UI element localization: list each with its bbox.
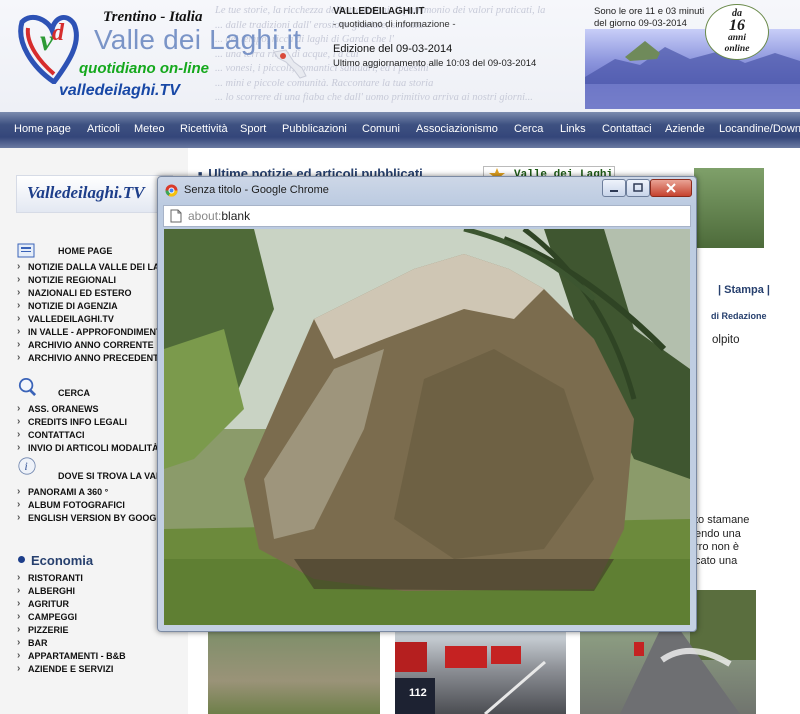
nav-associazionismo[interactable]: Associazionismo bbox=[416, 123, 498, 135]
tv-logo-banner[interactable]: Valledeilaghi.TV bbox=[16, 175, 173, 213]
article-text-block: to stamane endo una rro non è cato una bbox=[695, 514, 800, 568]
sidebar-item-aziende[interactable]: AZIENDE E SERVIZI bbox=[14, 664, 179, 677]
nav-comuni[interactable]: Comuni bbox=[362, 123, 400, 135]
last-update: Ultimo aggiornamento alle 10:03 del 09-0… bbox=[333, 58, 537, 69]
maximize-button[interactable] bbox=[626, 179, 650, 197]
sidebar-item-home[interactable]: HOME PAGE bbox=[14, 240, 179, 262]
sidebar-item-credits[interactable]: CREDITS INFO LEGALI bbox=[14, 417, 179, 430]
sidebar-item-cerca[interactable]: CERCA bbox=[14, 382, 179, 404]
article-author: di Redazione bbox=[711, 311, 767, 321]
badge-line: online bbox=[724, 44, 750, 54]
site-tagline: quotidiano on-line bbox=[79, 60, 209, 77]
nav-home[interactable]: Home page bbox=[14, 123, 71, 135]
thumbnail-photo[interactable] bbox=[694, 168, 764, 248]
address-bar[interactable]: about:blank bbox=[163, 205, 691, 227]
badge-number: 16 bbox=[729, 17, 745, 34]
sidebar-item-dove[interactable]: DOVE SI TROVA LA VALLE bbox=[14, 465, 179, 487]
sidebar-item-agritur[interactable]: AGRITUR bbox=[14, 599, 179, 612]
years-online-badge: da 16 anni online bbox=[705, 4, 769, 60]
main-nav: Home page Articoli Meteo Ricettività Spo… bbox=[0, 112, 800, 148]
gallery-photo-firetrucks[interactable]: 112 bbox=[395, 632, 566, 714]
sidebar-item-archivio-precedente[interactable]: ARCHIVIO ANNO PRECEDENTE bbox=[14, 353, 179, 366]
popup-viewport-photo[interactable] bbox=[164, 229, 690, 625]
sidebar-item-nazionali[interactable]: NAZIONALI ED ESTERO bbox=[14, 288, 179, 301]
nav-contattaci[interactable]: Contattaci bbox=[602, 123, 652, 135]
sidebar-item-english[interactable]: ENGLISH VERSION BY GOOGLE bbox=[14, 513, 179, 526]
sidebar-item-ristoranti[interactable]: RISTORANTI bbox=[14, 573, 179, 586]
minimize-button[interactable] bbox=[602, 179, 626, 197]
sidebar-item-valle[interactable]: NOTIZIE DALLA VALLE DEI LAGHI bbox=[14, 262, 179, 275]
article-line: rro non è bbox=[695, 541, 740, 553]
sidebar-menu-news: HOME PAGE NOTIZIE DALLA VALLE DEI LAGHI … bbox=[14, 240, 179, 366]
minimize-icon bbox=[610, 190, 618, 192]
sidebar-item-bar[interactable]: BAR bbox=[14, 638, 179, 651]
masthead: VALLEDEILAGHI.IT bbox=[333, 6, 425, 17]
sidebar-item-regionali[interactable]: NOTIZIE REGIONALI bbox=[14, 275, 179, 288]
clock-line: Sono le ore 11 e 03 minuti bbox=[594, 6, 705, 17]
site-header: Le tue storie, la ricchezza delle tradiz… bbox=[0, 0, 800, 112]
site-logo-icon[interactable]: v d bbox=[14, 12, 84, 84]
close-icon bbox=[666, 183, 676, 193]
chrome-popup-window[interactable]: Senza titolo - Google Chrome about:blank bbox=[157, 176, 697, 632]
sidebar-menu-info: i DOVE SI TROVA LA VALLE PANORAMI A 360 … bbox=[14, 457, 179, 526]
article-line: cato una bbox=[695, 554, 738, 567]
chrome-logo-icon bbox=[165, 184, 178, 197]
article-text: olpito bbox=[712, 334, 740, 346]
svg-text:112: 112 bbox=[409, 687, 427, 699]
sidebar-item-tv[interactable]: VALLEDEILAGHI.TV bbox=[14, 314, 179, 327]
maximize-icon bbox=[633, 183, 643, 192]
page-icon bbox=[170, 209, 182, 223]
tv-logo-text: Valledeilaghi.TV bbox=[27, 183, 145, 202]
ghost-line: ... lo scorrere di una fiaba che dall' u… bbox=[215, 92, 533, 103]
nav-links[interactable]: Links bbox=[560, 123, 586, 135]
window-title: Senza titolo - Google Chrome bbox=[184, 184, 329, 196]
sidebar-item-invio[interactable]: INVIO DI ARTICOLI MODALITÀ bbox=[14, 443, 179, 456]
url-text: about:blank bbox=[188, 209, 250, 223]
boulder-photo bbox=[164, 229, 690, 625]
url-scheme: about: bbox=[188, 209, 222, 223]
nav-cerca[interactable]: Cerca bbox=[514, 123, 543, 135]
sidebar-menu-services: CERCA ASS. ORANEWS CREDITS INFO LEGALI C… bbox=[14, 378, 179, 456]
nav-articoli[interactable]: Articoli bbox=[87, 123, 120, 135]
url-path: blank bbox=[221, 209, 251, 223]
sidebar-item-contattaci[interactable]: CONTATTACI bbox=[14, 430, 179, 443]
article-line: endo una bbox=[695, 527, 741, 540]
economy-heading: Economia bbox=[18, 553, 93, 568]
svg-text:d: d bbox=[52, 20, 65, 46]
gallery-photo-rock[interactable] bbox=[208, 632, 380, 714]
nav-locandine[interactable]: Locandine/Down bbox=[719, 123, 800, 135]
sidebar-item-alberghi[interactable]: ALBERGHI bbox=[14, 586, 179, 599]
print-link[interactable]: | Stampa | bbox=[718, 284, 770, 296]
sidebar-item-campeggi[interactable]: CAMPEGGI bbox=[14, 612, 179, 625]
clock-text: Sono le ore 11 e 03 minuti del giorno 09… bbox=[594, 6, 706, 30]
sidebar-item-appartamenti[interactable]: APPARTAMENTI - B&B bbox=[14, 651, 179, 664]
sidebar-item-album[interactable]: ALBUM FOTOGRAFICI bbox=[14, 500, 179, 513]
sidebar-item-archivio-corrente[interactable]: ARCHIVIO ANNO CORRENTE bbox=[14, 340, 179, 353]
sidebar-item-agenzia[interactable]: NOTIZIE DI AGENZIA bbox=[14, 301, 179, 314]
nav-sport[interactable]: Sport bbox=[240, 123, 266, 135]
sidebar-item-pizzerie[interactable]: PIZZERIE bbox=[14, 625, 179, 638]
nav-aziende[interactable]: Aziende bbox=[665, 123, 705, 135]
sidebar-menu-economy: RISTORANTI ALBERGHI AGRITUR CAMPEGGI PIZ… bbox=[14, 573, 179, 677]
nav-ricettivita[interactable]: Ricettività bbox=[180, 123, 228, 135]
sidebar-item-panorami[interactable]: PANORAMI A 360 ° bbox=[14, 487, 179, 500]
subhead: - quotidiano di informazione - bbox=[333, 19, 456, 30]
close-button[interactable] bbox=[650, 179, 692, 197]
nav-meteo[interactable]: Meteo bbox=[134, 123, 165, 135]
sidebar-item-oranews[interactable]: ASS. ORANEWS bbox=[14, 404, 179, 417]
article-line: to stamane bbox=[695, 514, 750, 526]
badge-line: anni bbox=[728, 33, 746, 43]
sidebar-item-approfondimenti[interactable]: IN VALLE - APPROFONDIMENTI bbox=[14, 327, 179, 340]
italy-map-icon bbox=[273, 49, 307, 79]
clock-line: del giorno 09-03-2014 bbox=[594, 18, 687, 29]
tv-link[interactable]: valledeilaghi.TV bbox=[59, 82, 180, 100]
edition-date: Edizione del 09-03-2014 bbox=[333, 43, 453, 55]
nav-pubblicazioni[interactable]: Pubblicazioni bbox=[282, 123, 347, 135]
